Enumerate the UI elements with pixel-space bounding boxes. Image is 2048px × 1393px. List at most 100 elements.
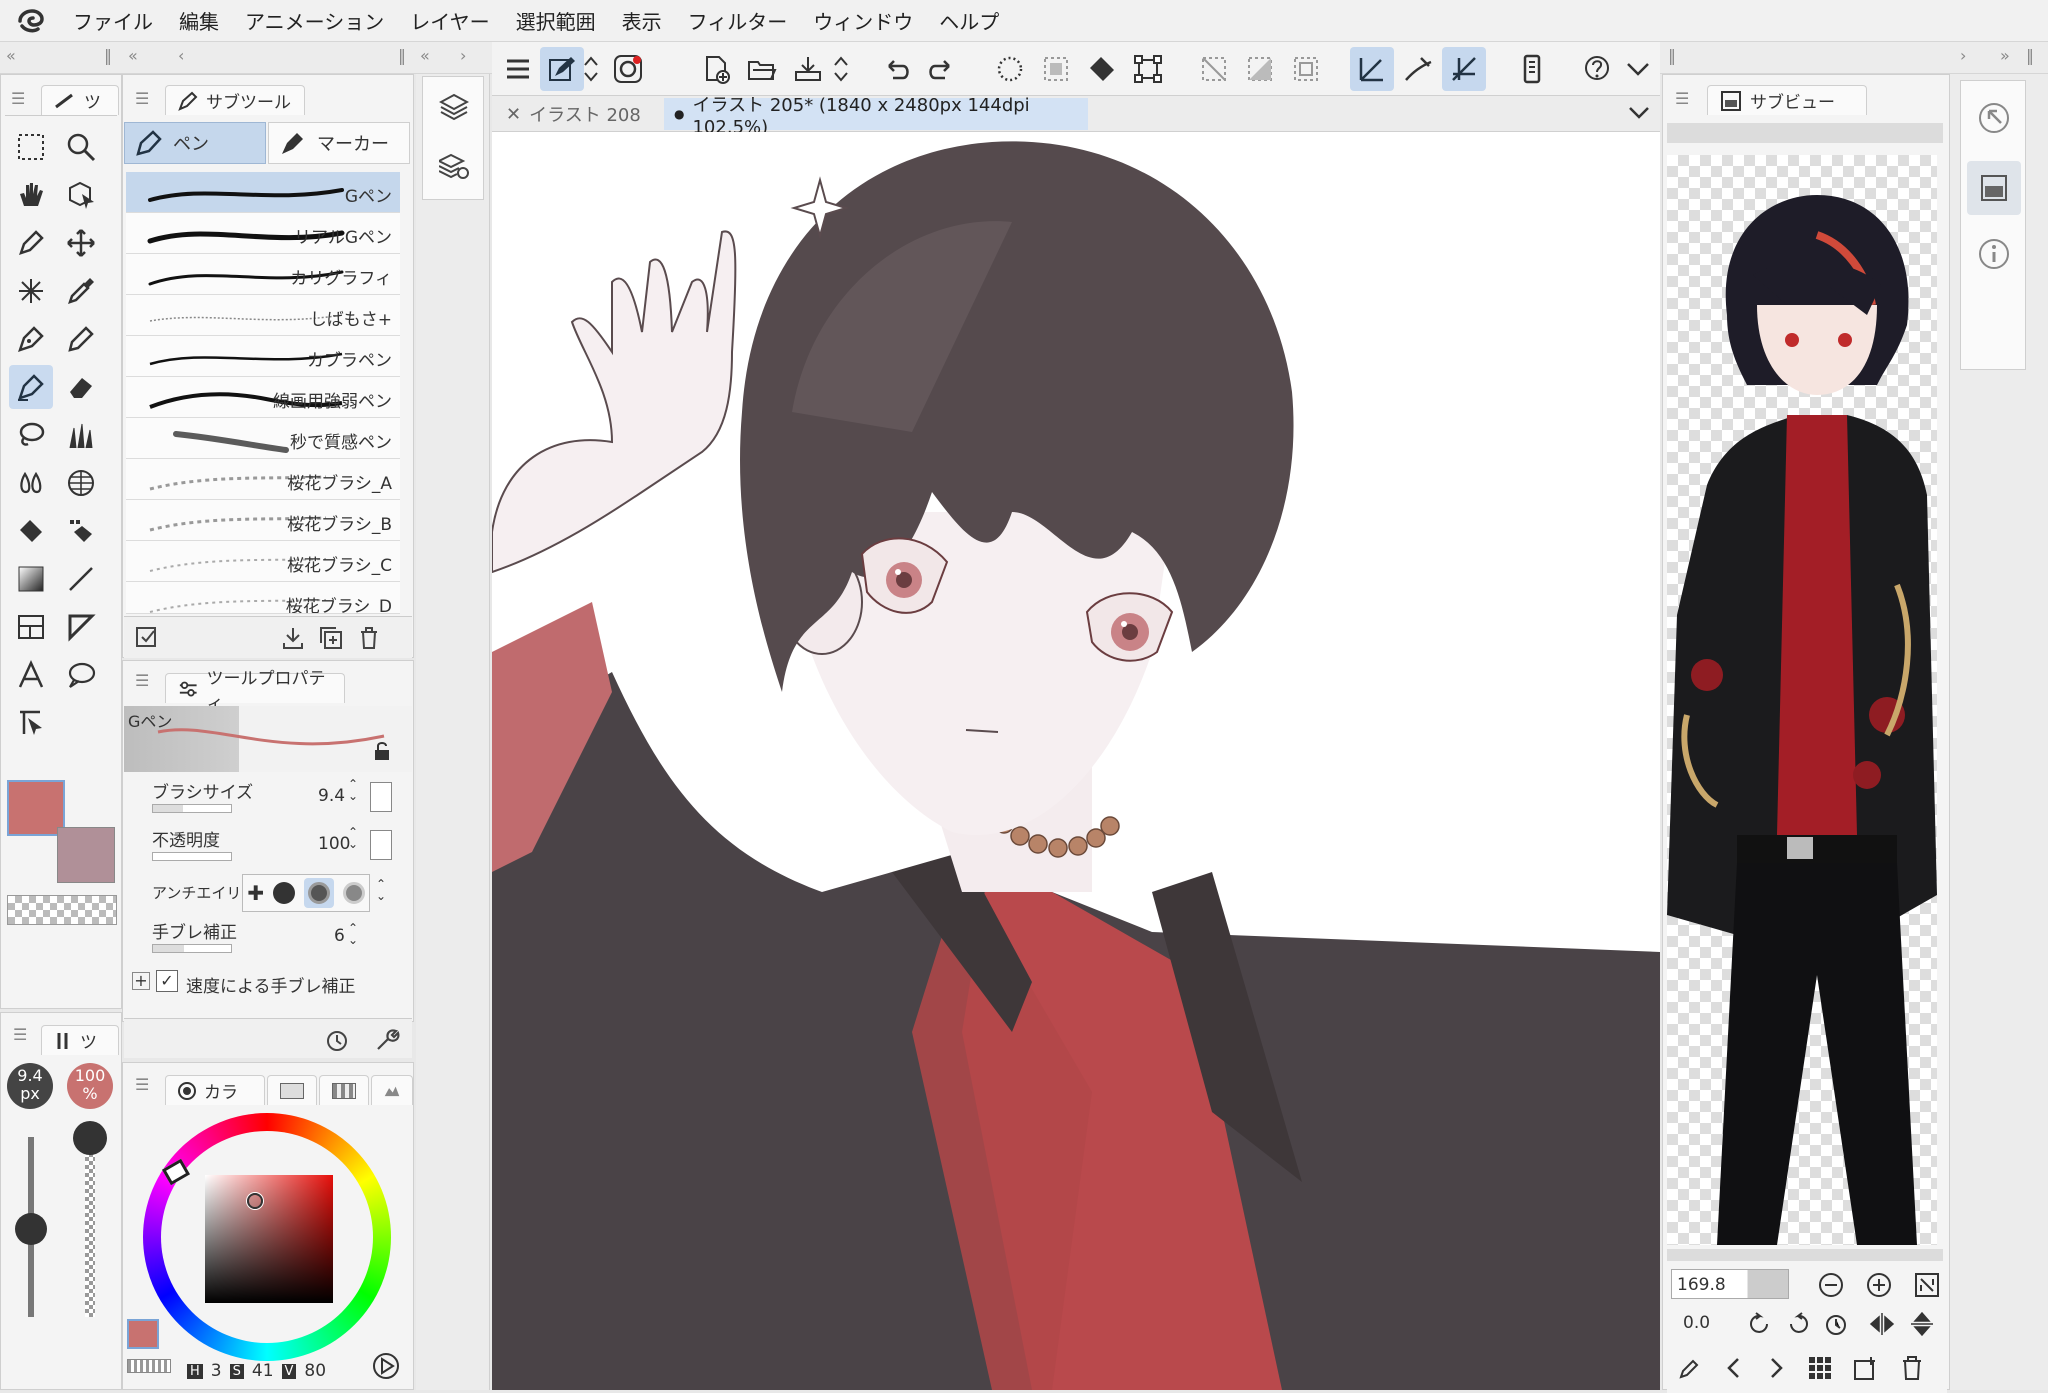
clip-studio-icon[interactable] xyxy=(606,47,650,91)
tab-document-205[interactable]: ● イラスト 205* (1840 x 2480px 144dpi 102.5%… xyxy=(664,95,1088,138)
chevron-updown-icon[interactable] xyxy=(826,47,856,91)
opacity-slider-track[interactable] xyxy=(85,1137,95,1317)
menu-animation[interactable]: アニメーション xyxy=(232,6,397,35)
antialias-none-icon[interactable]: ✚ xyxy=(247,881,264,905)
v-value[interactable]: 80 xyxy=(304,1361,326,1381)
h-value[interactable]: 3 xyxy=(211,1361,222,1381)
transparent-color-swatch[interactable] xyxy=(7,895,117,925)
saturation-value-square[interactable] xyxy=(205,1175,333,1303)
size-slider-handle[interactable] xyxy=(15,1213,47,1245)
menu-window[interactable]: ウィンドウ xyxy=(800,6,926,35)
stepper-icon[interactable]: ⌃ ⌄ xyxy=(376,878,386,902)
subtool-group-pen[interactable]: ペン xyxy=(124,122,266,164)
fit-view-icon[interactable] xyxy=(1913,1271,1941,1299)
brush-item-texture-pen[interactable]: 秒で質感ペン xyxy=(126,418,400,459)
brush-item-sakura-a[interactable]: 桜花ブラシ_A xyxy=(126,459,400,500)
brush-size-indicator[interactable]: 9.4 px xyxy=(7,1063,53,1109)
hand-icon[interactable] xyxy=(9,173,53,217)
tab-list-chevron-icon[interactable] xyxy=(1628,104,1650,122)
rotate-left-icon[interactable] xyxy=(1747,1311,1773,1337)
eyedropper-icon[interactable] xyxy=(59,269,103,313)
menu-help[interactable]: ヘルプ xyxy=(926,6,1012,35)
auto-select-icon[interactable] xyxy=(9,269,53,313)
import-image-icon[interactable] xyxy=(1853,1355,1879,1381)
antialias-selector[interactable]: ✚ xyxy=(242,874,370,912)
menu-view[interactable]: 表示 xyxy=(609,6,675,35)
brush-item-kabura-pen[interactable]: カブラペン xyxy=(126,336,400,377)
lock-icon[interactable] xyxy=(372,740,392,762)
fill-multi-icon[interactable] xyxy=(59,509,103,553)
wrench-icon[interactable] xyxy=(374,1027,400,1053)
zoom-in-icon[interactable] xyxy=(1865,1271,1893,1299)
brush-item-gpen[interactable]: Gペン xyxy=(126,172,400,213)
subview-scrollbar-bottom[interactable] xyxy=(1667,1249,1943,1261)
pen-tool-icon[interactable] xyxy=(9,317,53,361)
collapse-right-icon[interactable]: » xyxy=(2000,46,2010,65)
stepper-icon[interactable]: ⌃ ⌄ xyxy=(348,922,358,946)
trash-icon[interactable] xyxy=(1899,1355,1925,1381)
frame-border-icon[interactable] xyxy=(9,605,53,649)
panel-menu-icon[interactable]: ☰ xyxy=(1675,89,1689,108)
tab-subview[interactable]: サブビュー xyxy=(1707,85,1867,115)
balloon-icon[interactable] xyxy=(59,653,103,697)
pencil-tool-icon[interactable] xyxy=(59,317,103,361)
stepper-icon[interactable]: ⌃ ⌄ xyxy=(348,778,358,802)
brush-size-value[interactable]: 9.4 xyxy=(318,786,345,806)
opacity-value[interactable]: 100 xyxy=(318,834,350,854)
deselect-icon[interactable] xyxy=(1192,47,1236,91)
tab-brush-size[interactable]: ツ xyxy=(41,1025,119,1055)
canvas[interactable] xyxy=(492,132,1660,1390)
chevron-right-icon[interactable] xyxy=(1763,1355,1789,1381)
invert-selection-icon[interactable] xyxy=(1238,47,1282,91)
brush-item-real-gpen[interactable]: リアルGペン xyxy=(126,213,400,254)
eraser-icon[interactable] xyxy=(59,365,103,409)
reset-rotation-icon[interactable] xyxy=(1823,1311,1849,1337)
fill-icon[interactable] xyxy=(9,509,53,553)
subview-scrollbar-top[interactable] xyxy=(1667,123,1943,143)
layer-property-icon[interactable] xyxy=(439,151,469,181)
prop-opacity[interactable]: 不透明度 100 ⌃ ⌄ xyxy=(126,826,400,872)
tab-subtool[interactable]: サブツール xyxy=(165,85,305,115)
antialias-weak-icon[interactable] xyxy=(272,882,295,904)
tab-color-history[interactable] xyxy=(319,1075,369,1105)
correct-line-icon[interactable] xyxy=(9,701,53,745)
antialias-medium-icon[interactable] xyxy=(303,878,334,908)
collapse-left-icon[interactable]: « xyxy=(6,46,16,65)
brush-item-calligraphy[interactable]: カリグラフィ xyxy=(126,254,400,295)
device-icon[interactable] xyxy=(1510,47,1554,91)
move-icon[interactable] xyxy=(59,221,103,265)
open-folder-icon[interactable] xyxy=(740,47,784,91)
help-icon[interactable] xyxy=(1576,47,1620,91)
app-logo-icon[interactable] xyxy=(0,0,60,42)
chevron-left-icon[interactable]: ‹ xyxy=(178,46,184,65)
panel-menu-icon[interactable]: ☰ xyxy=(13,1025,27,1044)
decoration-icon[interactable] xyxy=(59,413,103,457)
lasso-icon[interactable] xyxy=(9,413,53,457)
brush-size-slider[interactable] xyxy=(152,804,232,813)
stabilization-slider[interactable] xyxy=(152,944,232,953)
menu-edit[interactable]: 編集 xyxy=(166,6,232,35)
zoom-field[interactable]: 169.8 xyxy=(1671,1269,1789,1299)
panel-menu-icon[interactable]: ☰ xyxy=(135,671,149,690)
chevron-updown-icon[interactable] xyxy=(576,47,606,91)
flip-vertical-icon[interactable] xyxy=(1909,1311,1935,1337)
duplicate-icon[interactable] xyxy=(318,625,344,651)
subview-image[interactable] xyxy=(1667,155,1937,1245)
dock-grip-icon[interactable]: ‖ xyxy=(1668,46,1676,65)
sv-picker-handle[interactable] xyxy=(247,1193,263,1209)
layers-icon[interactable] xyxy=(439,91,469,121)
brush-item-lineart-pen[interactable]: 線画用強弱ペン xyxy=(126,377,400,418)
hamburger-menu-icon[interactable] xyxy=(496,47,540,91)
info-icon[interactable] xyxy=(1977,237,2011,271)
eyedropper-icon[interactable] xyxy=(1677,1355,1703,1381)
import-icon[interactable] xyxy=(280,625,306,651)
menu-file[interactable]: ファイル xyxy=(60,6,166,35)
menu-filter[interactable]: フィルター xyxy=(675,6,801,35)
dock-grip-icon[interactable]: ‖ xyxy=(398,46,406,65)
panel-menu-icon[interactable]: ☰ xyxy=(135,89,149,108)
zoom-out-icon[interactable] xyxy=(1817,1271,1845,1299)
opacity-slider-handle[interactable] xyxy=(73,1121,107,1155)
color-main-mini[interactable] xyxy=(127,1319,159,1349)
chevron-right-icon[interactable]: › xyxy=(1960,46,1966,65)
prop-speed-stabilization[interactable]: + ✓ 速度による手ブレ補正 xyxy=(126,970,400,1000)
